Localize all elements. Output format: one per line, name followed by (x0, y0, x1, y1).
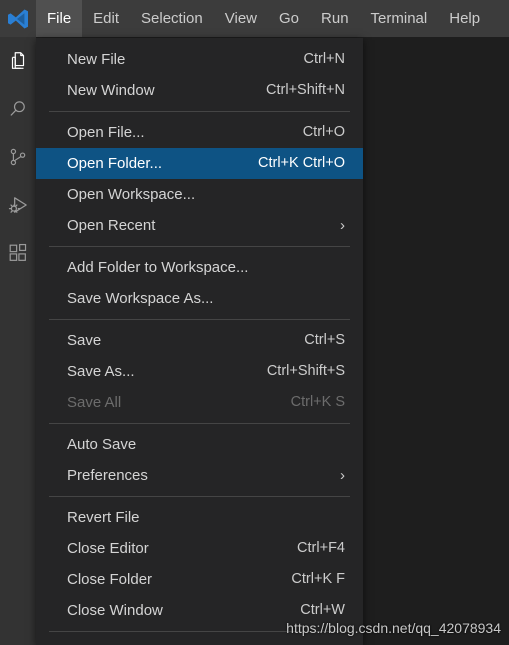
vscode-window: File Edit Selection View Go Run Terminal… (0, 0, 509, 645)
activity-bar (0, 37, 36, 645)
menubar-item-label: Run (321, 10, 349, 27)
menu-item-shortcut: Ctrl+K Ctrl+O (257, 155, 345, 172)
menu-item-label: Revert File (67, 509, 140, 526)
menu-item-save-all: Save All Ctrl+K S (36, 387, 363, 418)
menu-item-label: Save All (67, 394, 122, 411)
source-control-icon[interactable] (0, 133, 36, 181)
menu-item-label: New File (67, 51, 126, 68)
run-and-debug-icon[interactable] (0, 181, 36, 229)
menu-item-label: New Window (67, 82, 155, 99)
menubar-item-selection[interactable]: Selection (130, 0, 214, 37)
menu-item-shortcut: Ctrl+N (303, 51, 346, 68)
menu-item-label: Close Editor (67, 540, 149, 557)
menu-item-label: Close Folder (67, 571, 153, 588)
chevron-right-icon: › (340, 217, 345, 234)
file-dropdown-menu: New File Ctrl+N New Window Ctrl+Shift+N Open… (36, 38, 363, 645)
menubar-item-label: Help (449, 10, 481, 27)
menubar-item-terminal[interactable]: Terminal (360, 0, 439, 37)
menu-item-new-file[interactable]: New File Ctrl+N (36, 44, 363, 75)
menu-item-close-editor[interactable]: Close Editor Ctrl+F4 (36, 533, 363, 564)
menubar-item-help[interactable]: Help (438, 0, 491, 37)
menubar-item-file[interactable]: File (36, 0, 83, 37)
menu-item-auto-save[interactable]: Auto Save (36, 429, 363, 460)
menu-item-open-file[interactable]: Open File... Ctrl+O (36, 117, 363, 148)
menu-item-open-workspace[interactable]: Open Workspace... (36, 179, 363, 210)
menu-item-open-folder[interactable]: Open Folder... Ctrl+K Ctrl+O (36, 148, 363, 179)
menu-item-shortcut: Ctrl+Shift+N (266, 82, 345, 99)
menu-item-label: Open File... (67, 124, 145, 141)
menu-item-shortcut: Ctrl+F4 (297, 540, 345, 557)
menu-separator (49, 111, 350, 112)
menu-item-shortcut: Ctrl+W (300, 602, 345, 619)
search-icon[interactable] (0, 85, 36, 133)
menu-item-label: Close Window (67, 602, 163, 619)
menu-item-label: Save Workspace As... (67, 290, 214, 307)
menubar-item-label: File (47, 10, 72, 27)
menu-item-shortcut: Ctrl+Shift+S (266, 363, 345, 380)
menubar-item-edit[interactable]: Edit (82, 0, 130, 37)
menubar-item-view[interactable]: View (214, 0, 268, 37)
menu-item-new-window[interactable]: New Window Ctrl+Shift+N (36, 75, 363, 106)
menu-item-add-folder-to-workspace[interactable]: Add Folder to Workspace... (36, 252, 363, 283)
menu-item-label: Preferences (67, 467, 148, 484)
menu-item-save-workspace-as[interactable]: Save Workspace As... (36, 283, 363, 314)
menu-bar: File Edit Selection View Go Run Terminal… (36, 0, 491, 37)
vscode-logo-icon (0, 0, 36, 37)
chevron-right-icon: › (340, 467, 345, 484)
menu-item-label: Add Folder to Workspace... (67, 259, 249, 276)
menu-separator (49, 423, 350, 424)
watermark-text: https://blog.csdn.net/qq_42078934 (286, 620, 501, 636)
explorer-icon[interactable] (0, 37, 36, 85)
title-bar: File Edit Selection View Go Run Terminal… (0, 0, 509, 37)
menu-item-preferences[interactable]: Preferences › (36, 460, 363, 491)
menu-item-close-folder[interactable]: Close Folder Ctrl+K F (36, 564, 363, 595)
menu-item-shortcut: Ctrl+K S (290, 394, 345, 411)
menu-item-label: Open Recent (67, 217, 156, 234)
menu-separator (49, 496, 350, 497)
menu-item-label: Auto Save (67, 436, 137, 453)
menubar-item-go[interactable]: Go (268, 0, 310, 37)
menu-item-label: Save As... (67, 363, 135, 380)
menubar-item-label: View (224, 10, 257, 27)
menu-item-open-recent[interactable]: Open Recent › (36, 210, 363, 241)
menubar-item-label: Selection (141, 10, 203, 27)
menu-item-shortcut: Ctrl+S (304, 332, 345, 349)
menu-item-shortcut: Ctrl+K F (291, 571, 345, 588)
menubar-item-label: Edit (93, 10, 120, 27)
menu-item-save[interactable]: Save Ctrl+S (36, 325, 363, 356)
extensions-icon[interactable] (0, 229, 36, 277)
menubar-item-label: Go (279, 10, 300, 27)
menubar-item-run[interactable]: Run (310, 0, 360, 37)
menubar-item-label: Terminal (370, 10, 428, 27)
menu-separator (49, 246, 350, 247)
menu-item-label: Open Folder... (67, 155, 163, 172)
menu-item-shortcut: Ctrl+O (302, 124, 345, 141)
menu-item-label: Open Workspace... (67, 186, 196, 203)
menu-item-revert-file[interactable]: Revert File (36, 502, 363, 533)
menu-separator (49, 319, 350, 320)
menu-item-label: Save (67, 332, 102, 349)
menu-item-save-as[interactable]: Save As... Ctrl+Shift+S (36, 356, 363, 387)
